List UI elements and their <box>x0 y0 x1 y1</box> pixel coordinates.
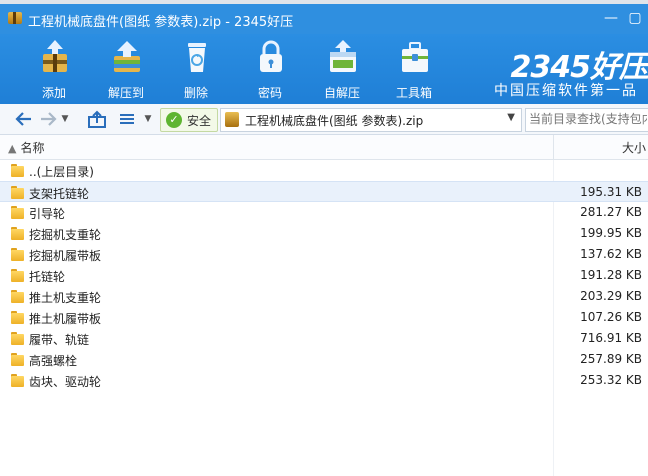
folder-icon <box>11 353 24 366</box>
view-dropdown-icon[interactable]: ▼ <box>142 109 154 129</box>
forward-arrow-icon[interactable] <box>38 109 58 129</box>
zip-app-icon <box>8 12 22 24</box>
file-name: 挖掘机履带板 <box>29 247 101 264</box>
shield-check-icon: ✓ <box>166 112 182 128</box>
folder-icon <box>11 269 24 282</box>
list-item[interactable]: 履带、轨链 716.91 KB <box>0 328 648 349</box>
add-label: 添加 <box>24 84 84 101</box>
navigation-bar: ▼ ▼ ✓ 安全 工程机械底盘件(图纸 参数表).zip ▼ <box>0 104 648 135</box>
list-item[interactable]: 支架托链轮 195.31 KB <box>0 181 648 202</box>
toolbox-icon <box>400 40 430 74</box>
history-dropdown-icon[interactable]: ▼ <box>60 109 70 129</box>
column-divider[interactable] <box>553 135 554 159</box>
file-size: 257.89 KB <box>580 352 642 366</box>
list-item[interactable]: 挖掘机支重轮 199.95 KB <box>0 223 648 244</box>
maximize-icon[interactable]: ▢ <box>624 8 646 28</box>
file-size: 137.62 KB <box>580 247 642 261</box>
delete-label: 删除 <box>166 84 226 101</box>
add-button[interactable]: 添加 <box>24 40 84 102</box>
extract-to-label: 解压到 <box>96 84 156 101</box>
self-extract-icon <box>328 40 358 74</box>
column-size-header[interactable]: 大小 <box>622 139 646 156</box>
column-name-header[interactable]: ▲ 名称 <box>8 139 44 156</box>
address-path: 工程机械底盘件(图纸 参数表).zip <box>245 112 423 129</box>
address-dropdown-icon[interactable]: ▼ <box>507 112 515 123</box>
security-badge[interactable]: ✓ 安全 <box>160 108 218 132</box>
file-name: 齿块、驱动轮 <box>29 373 101 390</box>
window-title: 工程机械底盘件(图纸 参数表).zip - 2345好压 <box>28 11 293 30</box>
security-label: 安全 <box>187 112 211 129</box>
main-toolbar: 添加 解压到 删除 <box>0 34 648 104</box>
toolbox-label: 工具箱 <box>384 84 444 101</box>
folder-icon <box>11 164 24 177</box>
view-list-icon[interactable] <box>116 109 138 129</box>
folder-icon <box>11 186 24 199</box>
self-extract-button[interactable]: 自解压 <box>312 40 372 102</box>
file-size: 199.95 KB <box>580 226 642 240</box>
file-size: 253.32 KB <box>580 373 642 387</box>
search-box <box>525 108 648 132</box>
add-icon <box>40 40 70 74</box>
file-size: 203.29 KB <box>580 289 642 303</box>
folder-icon <box>11 374 24 387</box>
file-size: 716.91 KB <box>580 331 642 345</box>
brand-slogan: 中国压缩软件第一品 <box>494 80 638 100</box>
list-item[interactable]: 高强螺栓 257.89 KB <box>0 349 648 370</box>
password-button[interactable]: 密码 <box>240 40 300 102</box>
folder-icon <box>11 227 24 240</box>
folder-icon <box>11 248 24 261</box>
list-item[interactable]: ..(上层目录) <box>0 160 648 181</box>
column-name-label: 名称 <box>20 141 44 155</box>
folder-icon <box>11 290 24 303</box>
file-name: 支架托链轮 <box>29 185 89 202</box>
file-size: 281.27 KB <box>580 205 642 219</box>
list-item[interactable]: 齿块、驱动轮 253.32 KB <box>0 370 648 391</box>
address-bar[interactable]: 工程机械底盘件(图纸 参数表).zip ▼ <box>220 108 522 132</box>
list-item[interactable]: 引导轮 281.27 KB <box>0 202 648 223</box>
delete-icon <box>182 40 212 74</box>
file-name: 引导轮 <box>29 205 65 222</box>
column-header: ▲ 名称 大小 <box>0 135 648 160</box>
file-size: 107.26 KB <box>580 310 642 324</box>
lock-icon <box>256 40 286 74</box>
file-list: ..(上层目录) 支架托链轮 195.31 KB 引导轮 281.27 KB 挖… <box>0 160 648 476</box>
folder-icon <box>11 332 24 345</box>
password-label: 密码 <box>240 84 300 101</box>
up-folder-icon[interactable] <box>86 109 108 129</box>
delete-button[interactable]: 删除 <box>166 40 226 102</box>
search-input[interactable] <box>529 111 647 127</box>
folder-icon <box>11 206 24 219</box>
file-name: 挖掘机支重轮 <box>29 226 101 243</box>
folder-icon <box>11 311 24 324</box>
file-size: 195.31 KB <box>580 185 642 199</box>
title-bar[interactable]: 工程机械底盘件(图纸 参数表).zip - 2345好压 — ▢ <box>0 4 648 34</box>
list-item[interactable]: 托链轮 191.28 KB <box>0 265 648 286</box>
file-name: 高强螺栓 <box>29 352 77 369</box>
file-name: ..(上层目录) <box>29 163 94 180</box>
brand-logo: 2345好压 中国压缩软件第一品 <box>480 42 648 102</box>
zip-file-icon <box>225 112 239 127</box>
list-item[interactable]: 推土机履带板 107.26 KB <box>0 307 648 328</box>
list-item[interactable]: 推土机支重轮 203.29 KB <box>0 286 648 307</box>
archive-window: 工程机械底盘件(图纸 参数表).zip - 2345好压 — ▢ 添加 解压到 <box>0 4 648 472</box>
sort-up-icon: ▲ <box>8 142 16 155</box>
extract-to-button[interactable]: 解压到 <box>96 40 156 102</box>
file-size: 191.28 KB <box>580 268 642 282</box>
minimize-icon[interactable]: — <box>600 8 622 28</box>
extract-to-icon <box>112 40 142 74</box>
self-extract-label: 自解压 <box>312 84 372 101</box>
file-name: 推土机支重轮 <box>29 289 101 306</box>
file-name: 托链轮 <box>29 268 65 285</box>
file-name: 履带、轨链 <box>29 331 89 348</box>
back-arrow-icon[interactable] <box>14 109 34 129</box>
list-item[interactable]: 挖掘机履带板 137.62 KB <box>0 244 648 265</box>
file-name: 推土机履带板 <box>29 310 101 327</box>
toolbox-button[interactable]: 工具箱 <box>384 40 444 102</box>
